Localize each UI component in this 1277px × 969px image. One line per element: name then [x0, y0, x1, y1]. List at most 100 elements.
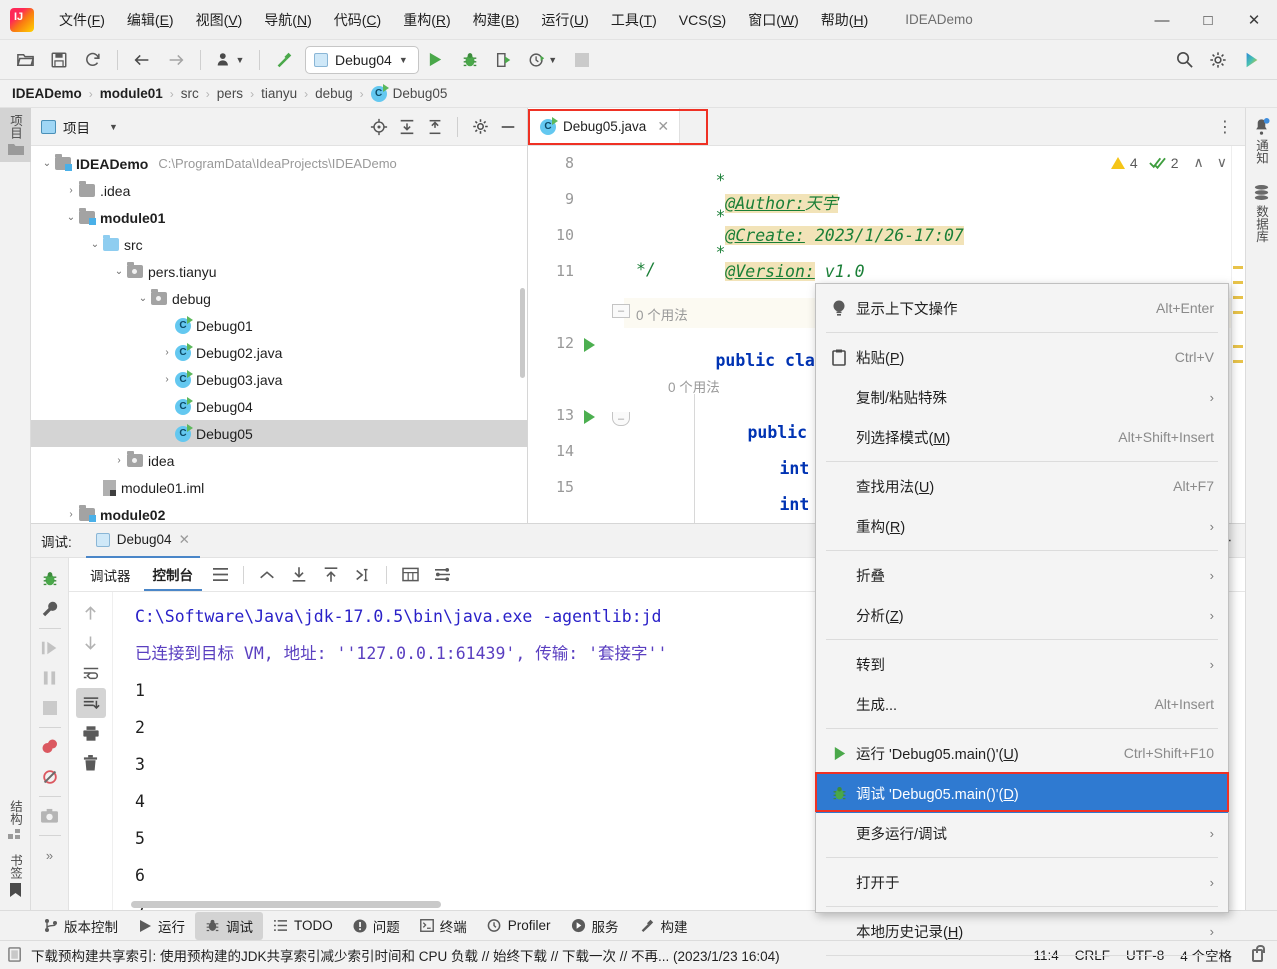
gear-icon[interactable]	[1203, 46, 1233, 74]
breadcrumb-item-debug05[interactable]: Debug05	[393, 86, 448, 101]
debug-icon[interactable]	[455, 46, 485, 74]
tree-node-src[interactable]: ⌄src	[31, 231, 527, 258]
run-configuration-selector[interactable]: Debug04 ▼	[305, 46, 419, 74]
menu-item-s[interactable]: VCS(S)	[668, 8, 737, 32]
tree-expand-arrow-icon[interactable]: ›	[159, 374, 175, 385]
tree-node-module01-iml[interactable]: module01.iml	[31, 474, 527, 501]
tree-expand-arrow-icon[interactable]: ⌄	[135, 293, 151, 304]
tree-expand-arrow-icon[interactable]: ›	[63, 185, 79, 196]
tree-expand-arrow-icon[interactable]: ⌄	[111, 266, 127, 277]
print-icon[interactable]	[76, 718, 106, 748]
search-icon[interactable]	[1169, 46, 1199, 74]
fold-marker-icon[interactable]: –	[612, 412, 630, 426]
menu-item-debug05-main[interactable]: 调试 'Debug05.main()'(D)	[816, 773, 1228, 813]
next-highlight-icon[interactable]: ∨	[1217, 154, 1227, 171]
build-hammer-icon[interactable]	[269, 46, 299, 74]
run-to-cursor-icon[interactable]	[349, 562, 377, 588]
run-gutter-icon[interactable]	[584, 338, 595, 352]
view-breakpoints-icon[interactable]	[35, 732, 65, 762]
menu-item-[interactable]: 列选择模式(M)Alt+Shift+Insert	[816, 417, 1228, 457]
breadcrumb-item-tianyu[interactable]: tianyu	[261, 86, 297, 101]
tree-node-pers-tianyu[interactable]: ⌄pers.tianyu	[31, 258, 527, 285]
tree-node-debug01[interactable]: CDebug01	[31, 312, 527, 339]
fold-marker-icon[interactable]: –	[612, 304, 630, 318]
tree-expand-arrow-icon[interactable]: ⌄	[63, 212, 79, 223]
collapse-all-icon[interactable]	[422, 114, 448, 140]
sync-icon[interactable]	[78, 46, 108, 74]
more-icon[interactable]: »	[35, 840, 65, 870]
menu-item-h[interactable]: 帮助(H)	[810, 6, 879, 34]
close-icon[interactable]: ✕	[179, 532, 190, 548]
error-stripe-mark[interactable]	[1233, 311, 1243, 314]
mute-breakpoints-icon[interactable]	[35, 762, 65, 792]
editor-gutter[interactable]: 8 9 10 11 12 13 14 15	[528, 146, 624, 523]
menu-item-r[interactable]: 重构(R)	[392, 6, 461, 34]
notification-icon[interactable]	[8, 947, 23, 963]
project-tree-scrollbar[interactable]	[520, 288, 525, 378]
tree-node-debug[interactable]: ⌄debug	[31, 285, 527, 312]
step-out-icon[interactable]	[253, 562, 281, 588]
gear-icon[interactable]	[467, 114, 493, 140]
tool-window--[interactable]: 服务	[561, 912, 629, 940]
open-folder-icon[interactable]	[10, 46, 40, 74]
menu-item-c[interactable]: 代码(C)	[323, 6, 392, 34]
menu-item-[interactable]: 查找用法(U)Alt+F7	[816, 466, 1228, 506]
tree-expand-arrow-icon[interactable]: ›	[159, 347, 175, 358]
menu-item-[interactable]: 复制/粘贴特殊›	[816, 377, 1228, 417]
menu-item-b[interactable]: 构建(B)	[462, 6, 531, 34]
lock-icon[interactable]	[1252, 949, 1263, 962]
profile-dropdown-icon[interactable]: ▼	[210, 46, 250, 74]
scroll-down-icon[interactable]	[76, 628, 106, 658]
error-stripe[interactable]	[1231, 146, 1245, 523]
menu-item-[interactable]: 生成...Alt+Insert	[816, 684, 1228, 724]
debug-icon[interactable]	[35, 564, 65, 594]
clear-all-icon[interactable]	[76, 748, 106, 778]
sidebar-item-database[interactable]: 数据库	[1246, 170, 1277, 249]
project-panel-title-group[interactable]: 项目 ▼	[41, 117, 118, 137]
expand-all-icon[interactable]	[394, 114, 420, 140]
tab-console[interactable]: 控制台	[144, 559, 203, 591]
scroll-to-end-icon[interactable]	[76, 688, 106, 718]
editor-context-menu[interactable]: 显示上下文操作Alt+Enter粘贴(P)Ctrl+V复制/粘贴特殊›列选择模式…	[815, 283, 1229, 913]
settings-icon[interactable]	[428, 562, 456, 588]
menu-item-n[interactable]: 导航(N)	[253, 6, 322, 34]
debug-session-tab[interactable]: Debug04 ✕	[86, 524, 200, 558]
menu-item-e[interactable]: 编辑(E)	[116, 6, 185, 34]
maximize-button[interactable]: □	[1185, 0, 1231, 40]
tool-window--[interactable]: 版本控制	[34, 912, 128, 940]
menu-item-[interactable]: 打开于›	[816, 862, 1228, 902]
error-stripe-mark[interactable]	[1233, 345, 1243, 348]
step-into-icon[interactable]	[285, 562, 313, 588]
step-over-icon[interactable]	[317, 562, 345, 588]
tool-window-todo[interactable]: TODO	[263, 914, 343, 937]
back-arrow-icon[interactable]	[127, 46, 157, 74]
status-message[interactable]: 下载预构建共享索引: 使用预构建的JDK共享索引减少索引时间和 CPU 负载 /…	[31, 945, 780, 965]
menu-item-[interactable]: 与剪贴板比较(B)	[816, 960, 1228, 969]
tool-window--[interactable]: 运行	[128, 912, 195, 940]
error-stripe-mark[interactable]	[1233, 296, 1243, 299]
tool-window--[interactable]: 构建	[629, 912, 698, 940]
forward-arrow-icon[interactable]	[161, 46, 191, 74]
menu-item-[interactable]: 重构(R)›	[816, 506, 1228, 546]
error-stripe-mark[interactable]	[1233, 360, 1243, 363]
locate-icon[interactable]	[366, 114, 392, 140]
prev-highlight-icon[interactable]: ∧	[1194, 154, 1204, 171]
menu-item-[interactable]: 更多运行/调试›	[816, 813, 1228, 853]
menu-item-[interactable]: 转到›	[816, 644, 1228, 684]
breadcrumb-item-src[interactable]: src	[181, 86, 199, 101]
menu-item-[interactable]: 本地历史记录(H)›	[816, 911, 1228, 951]
menu-item-v[interactable]: 视图(V)	[185, 6, 254, 34]
breadcrumb-item-pers[interactable]: pers	[217, 86, 243, 101]
run-icon[interactable]	[421, 46, 451, 74]
tree-node-module01[interactable]: ⌄module01	[31, 204, 527, 231]
menu-item-debug05-main[interactable]: 运行 'Debug05.main()'(U)Ctrl+Shift+F10	[816, 733, 1228, 773]
project-tree[interactable]: ⌄IDEADemoC:\ProgramData\IdeaProjects\IDE…	[31, 146, 527, 523]
evaluate-icon[interactable]	[396, 562, 424, 588]
tree-node-ideademo[interactable]: ⌄IDEADemoC:\ProgramData\IdeaProjects\IDE…	[31, 150, 527, 177]
tree-expand-arrow-icon[interactable]: ›	[63, 509, 79, 520]
chevron-down-icon[interactable]: ▼	[109, 122, 118, 132]
tree-node-debug05[interactable]: CDebug05	[31, 420, 527, 447]
breadcrumb-item-ideademo[interactable]: IDEADemo	[12, 86, 82, 101]
soft-wrap-icon[interactable]	[76, 658, 106, 688]
usage-hint-class[interactable]: 0 个用法	[636, 304, 688, 324]
